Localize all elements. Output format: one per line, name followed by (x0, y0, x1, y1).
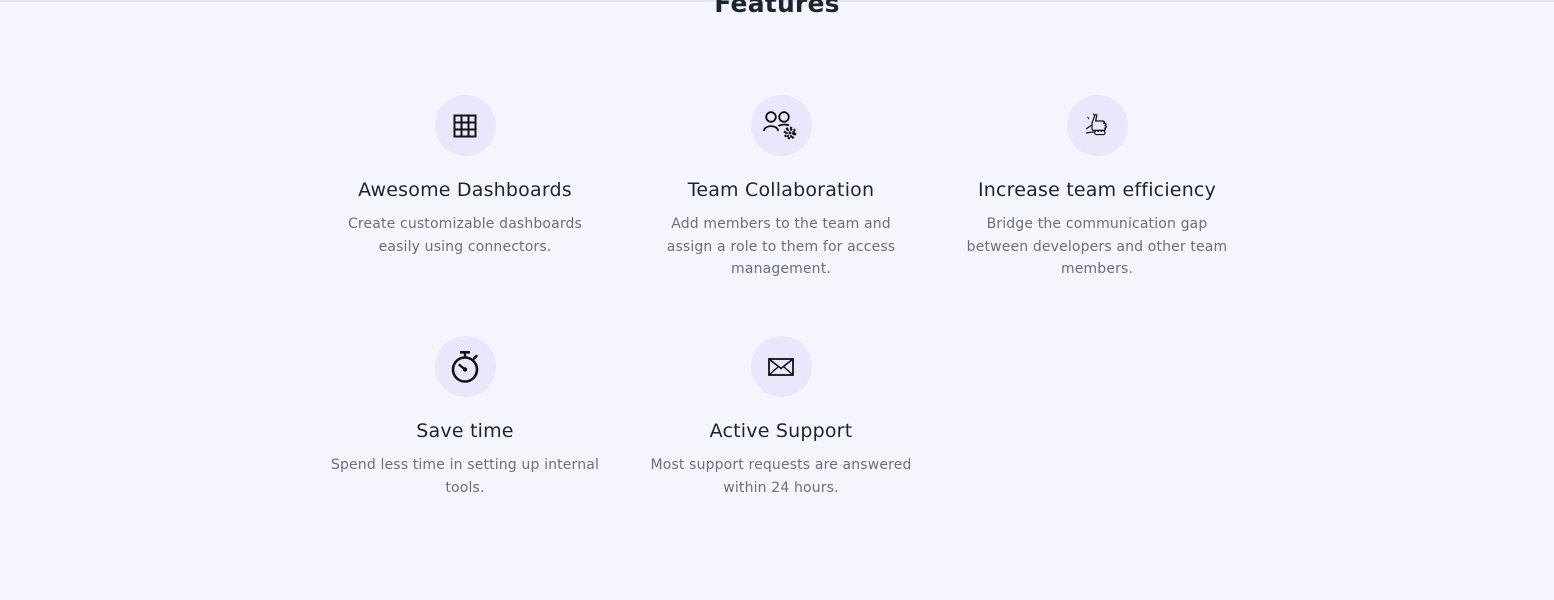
feature-icon-badge (1066, 95, 1128, 156)
feature-icon-badge (750, 336, 812, 397)
feature-icon-badge (434, 336, 496, 397)
feature-title: Save time (416, 420, 514, 442)
feature-card-collaboration: Team Collaboration Add members to the te… (631, 95, 931, 281)
feature-description: Add members to the team and assign a rol… (666, 216, 896, 277)
feature-card-support: Active Support Most support requests are… (631, 336, 931, 499)
feature-title: Awesome Dashboards (358, 179, 572, 201)
feature-description: Most support requests are answered withi… (650, 457, 912, 496)
feature-card-efficiency: Increase team efficiency Bridge the comm… (947, 95, 1247, 281)
envelope-icon (768, 357, 794, 376)
feature-title: Increase team efficiency (977, 179, 1217, 201)
feature-description: Spend less time in setting up internal t… (330, 457, 600, 496)
handshake-icon (1085, 112, 1107, 135)
feature-description: Bridge the communication gap between dev… (966, 216, 1228, 277)
section-title: Features (714, 0, 840, 18)
team-settings-icon (763, 110, 797, 139)
feature-card-save-time: Save time Spend less time in setting up … (315, 336, 615, 499)
grid-table-icon (453, 114, 477, 137)
feature-title: Team Collaboration (687, 179, 875, 201)
feature-icon-badge (434, 95, 496, 156)
feature-title: Active Support (709, 420, 853, 442)
feature-card-dashboards: Awesome Dashboards Create customizable d… (315, 95, 615, 258)
feature-description: Create customizable dashboards easily us… (347, 216, 583, 255)
feature-icon-badge (750, 95, 812, 156)
stopwatch-icon (451, 350, 479, 383)
